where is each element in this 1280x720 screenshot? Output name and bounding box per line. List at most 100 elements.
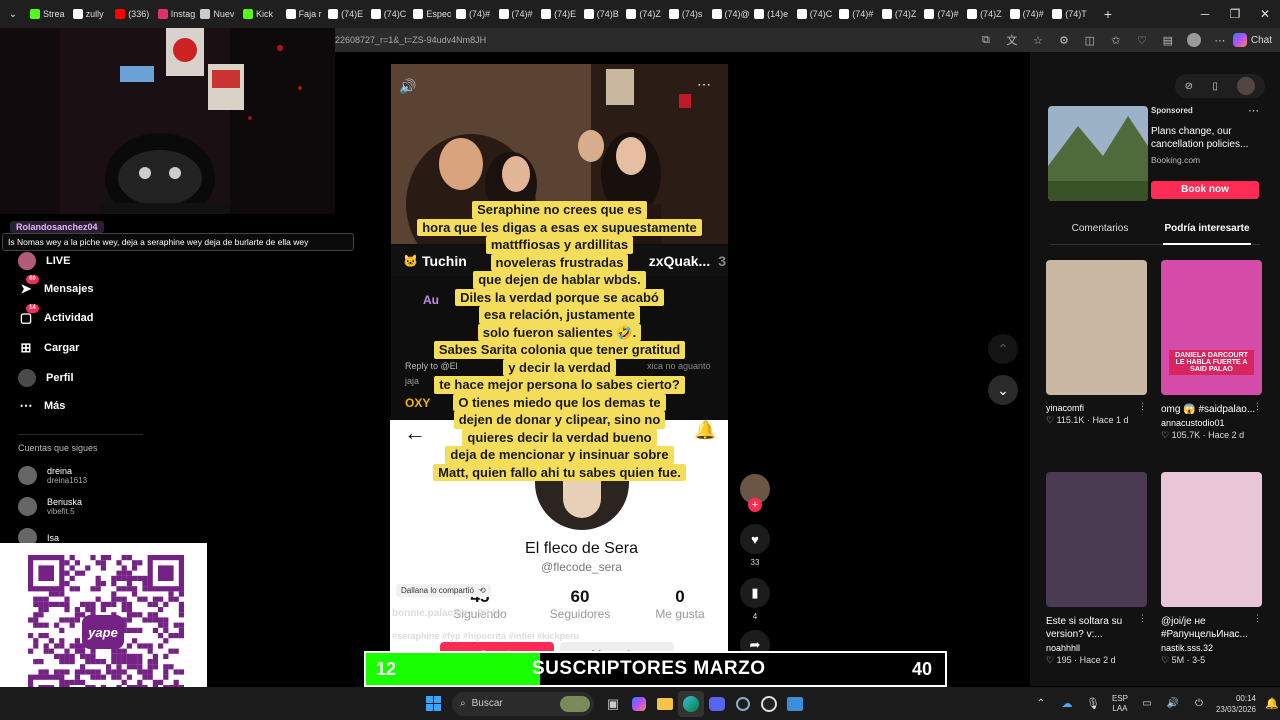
new-tab-button[interactable]: + — [1096, 0, 1120, 28]
browser-tab[interactable]: (74)# — [452, 0, 495, 28]
browser-tab[interactable]: (74)E — [537, 0, 580, 28]
recommended-video-card[interactable]: ⋮ yinacomfi ♡ 115.1K · Hace 1 d — [1046, 260, 1148, 426]
browser-tab[interactable]: (74)# — [1006, 0, 1049, 28]
ad-thumbnail[interactable] — [1048, 106, 1148, 201]
card-stats: ♡ 115.1K · Hace 1 d — [1046, 415, 1148, 426]
next-video-button[interactable]: ⌄ — [988, 375, 1018, 405]
browser-tab[interactable]: zully — [69, 0, 112, 28]
browser-tab[interactable]: (14)e — [750, 0, 793, 28]
recommended-video-card[interactable]: ⋮ Este si soltara su version? v:... noahhh… — [1046, 472, 1148, 666]
task-view-icon[interactable]: ▣ — [600, 691, 626, 717]
browser-tab[interactable]: (74)s — [665, 0, 708, 28]
card-more-icon[interactable]: ⋮ — [1138, 401, 1147, 412]
follow-plus-icon[interactable]: + — [748, 498, 762, 512]
discord-icon[interactable] — [704, 691, 730, 717]
video-more-icon[interactable]: ⋯ — [697, 76, 711, 93]
browser-tab[interactable]: Faja r — [282, 0, 325, 28]
tab-actions-button[interactable]: ⌄ — [0, 0, 26, 28]
recommended-video-card[interactable]: ⋮ @joi/je не #РапунцельИнас... nastik.sss.… — [1161, 472, 1263, 666]
favorite-star-icon[interactable]: ☆ — [1030, 32, 1046, 48]
obs-icon[interactable] — [756, 691, 782, 717]
browser-tab[interactable]: (74)E — [324, 0, 367, 28]
volume-tray-icon[interactable]: 🔊 — [1160, 691, 1186, 717]
nav-item-cargar[interactable]: ⊞ Cargar — [18, 340, 80, 356]
browser-tab[interactable]: Espec — [409, 0, 452, 28]
close-window-button[interactable]: ✕ — [1250, 0, 1280, 28]
network-icon[interactable]: ▭ — [1134, 691, 1160, 717]
more-options-icon[interactable]: ⋯ — [1212, 32, 1228, 48]
browser-tab[interactable]: (74)# — [920, 0, 963, 28]
start-button[interactable] — [420, 691, 446, 717]
card-more-icon[interactable]: ⋮ — [1253, 401, 1262, 412]
tab-podria-interesarte[interactable]: Podría interesarte — [1157, 223, 1257, 234]
followed-account[interactable]: dreina dreina1613 — [18, 466, 87, 485]
favorites-icon[interactable]: ✩ — [1108, 32, 1124, 48]
chevron-up-icon[interactable]: ⌃ — [1028, 691, 1054, 717]
tiktok-icon — [413, 9, 424, 19]
nav-item-actividad[interactable]: ▢ 14 Actividad — [18, 304, 94, 326]
notifications-icon[interactable]: 🔔 — [1264, 691, 1280, 717]
video-thumbnail: DANIELA DARCOURT LE HABLA FUERTE A SAID … — [1161, 260, 1262, 395]
language-indicator[interactable]: ESP LAA — [1112, 694, 1128, 714]
taskbar-search-label: Buscar — [471, 698, 503, 709]
volume-icon[interactable]: 🔊 — [399, 78, 416, 95]
copilot-button[interactable]: Chat — [1232, 33, 1272, 47]
browser-tab[interactable]: Kick — [239, 0, 282, 28]
edge-icon[interactable] — [678, 690, 704, 717]
minimize-button[interactable]: ─ — [1190, 0, 1220, 28]
browser-essentials-icon[interactable]: ♡ — [1134, 32, 1150, 48]
browser-tab[interactable]: Strea — [26, 0, 69, 28]
url-text[interactable]: 22608727_r=1&_t=ZS-94udv4Nm8JH — [335, 35, 973, 45]
onedrive-icon[interactable]: ☁ — [1054, 691, 1080, 717]
creator-avatar-button[interactable]: + — [740, 474, 770, 512]
ad-title[interactable]: Plans change, our cancellation policies.… — [1151, 125, 1251, 151]
browser-tab[interactable]: (74)C — [793, 0, 836, 28]
browser-tab[interactable]: (74)Z — [878, 0, 921, 28]
browser-tab[interactable]: (74)Z — [622, 0, 665, 28]
avatar[interactable] — [1186, 32, 1202, 48]
nav-item-perfil[interactable]: ● Perfil — [18, 369, 74, 387]
tab-label: Faja r — [298, 9, 322, 19]
browser-tab[interactable]: Instag — [154, 0, 197, 28]
book-now-button[interactable]: Book now — [1151, 181, 1259, 199]
browser-tab[interactable]: (74)# — [835, 0, 878, 28]
copilot-app-icon[interactable] — [626, 691, 652, 717]
app-icon-1[interactable] — [730, 691, 756, 717]
browser-tab[interactable]: (74)T — [1048, 0, 1091, 28]
browser-tab[interactable]: (74)@ — [708, 0, 751, 28]
browser-tab[interactable]: (74)# — [495, 0, 538, 28]
file-explorer-icon[interactable] — [652, 691, 678, 717]
ad-more-icon[interactable]: ⋯ — [1248, 104, 1259, 117]
mini-player-icon[interactable]: ⊘ — [1185, 81, 1193, 92]
browser-tab[interactable]: (74)C — [367, 0, 410, 28]
browser-tab[interactable]: (74)Z — [963, 0, 1006, 28]
avatar[interactable] — [1237, 77, 1256, 95]
nav-item-live[interactable]: ● LIVE — [18, 252, 70, 270]
like-button[interactable]: ♥ 33 — [740, 524, 770, 567]
more-icon: ⋯ — [19, 398, 33, 413]
collections-icon[interactable]: ▤ — [1160, 32, 1176, 48]
translate-icon[interactable]: 文 — [1004, 32, 1020, 48]
split-screen-icon[interactable]: ◫ — [1082, 32, 1098, 48]
battery-icon[interactable]: ⏻ — [1186, 691, 1212, 717]
taskbar-search[interactable]: ⌕ Buscar — [452, 691, 594, 716]
browser-tab[interactable]: (74)B — [580, 0, 623, 28]
clock[interactable]: 00:14 23/03/2026 — [1216, 693, 1256, 715]
device-icon[interactable]: ▯ — [1212, 81, 1218, 92]
app-icon-2[interactable] — [782, 691, 808, 717]
followed-account[interactable]: Beriuska vibefit.5 — [18, 497, 82, 516]
card-more-icon[interactable]: ⋮ — [1253, 613, 1262, 624]
microphone-icon[interactable]: 🎙 — [1080, 691, 1106, 717]
nav-item-mensajes[interactable]: ➤ 60 Mensajes — [18, 275, 94, 297]
save-button[interactable]: ▮ 4 — [740, 578, 770, 621]
open-in-app-icon[interactable]: ⧉ — [978, 32, 994, 48]
prev-video-button[interactable]: ⌃ — [988, 334, 1018, 364]
card-more-icon[interactable]: ⋮ — [1138, 613, 1147, 624]
restore-button[interactable]: ❐ — [1220, 0, 1250, 28]
nav-item-ms[interactable]: ⋯ Más — [18, 398, 66, 414]
extensions-icon[interactable]: ⚙ — [1056, 32, 1072, 48]
browser-tab[interactable]: (336) — [111, 0, 154, 28]
browser-tab[interactable]: Nuev — [196, 0, 239, 28]
tab-comentarios[interactable]: Comentarios — [1050, 223, 1150, 234]
recommended-video-card[interactable]: DANIELA DARCOURT LE HABLA FUERTE A SAID … — [1161, 260, 1263, 441]
